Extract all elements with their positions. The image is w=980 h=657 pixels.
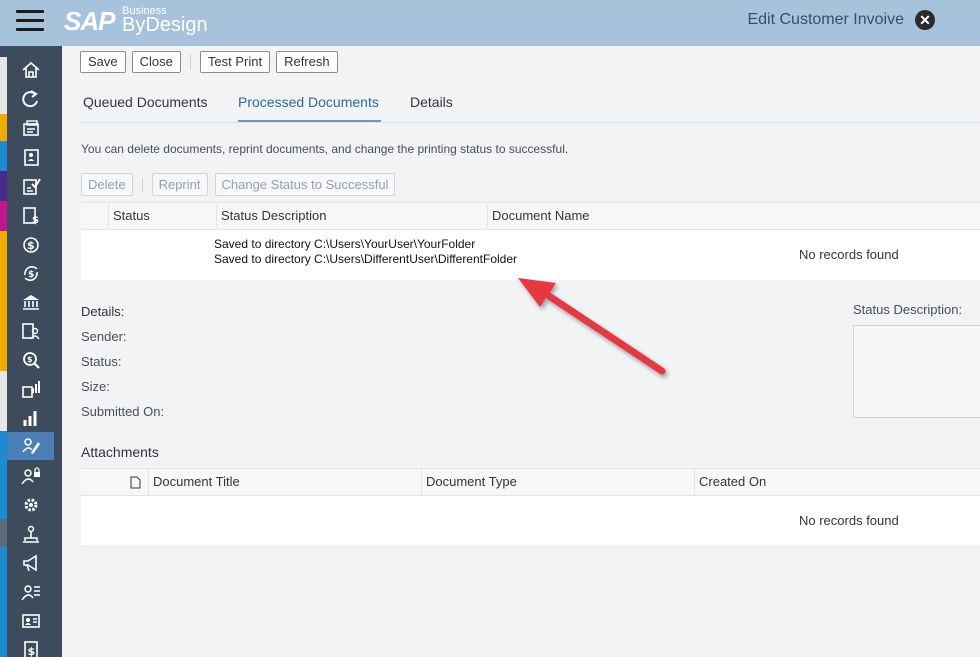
status-label: Status: xyxy=(81,354,122,369)
close-button[interactable]: Close xyxy=(131,51,181,73)
test-print-button[interactable]: Test Print xyxy=(199,51,271,73)
edit-user-icon[interactable] xyxy=(7,432,54,460)
id-card-icon[interactable] xyxy=(7,607,54,635)
delete-button[interactable]: Delete xyxy=(81,173,133,196)
table-actions: Delete Reprint Change Status to Successf… xyxy=(81,173,396,196)
submitted-on-label: Submitted On: xyxy=(81,404,165,419)
tab-bar: Queued Documents Processed Documents Det… xyxy=(80,88,980,123)
action-separator xyxy=(141,177,143,192)
tab-details[interactable]: Details xyxy=(410,94,453,110)
bar-chart-icon[interactable] xyxy=(7,404,54,432)
logo-bydesign-text: ByDesign xyxy=(122,14,208,36)
reprint-button[interactable]: Reprint xyxy=(151,173,208,196)
shell-header: SAP Business ByDesign Edit Customer Invo… xyxy=(0,0,980,46)
attachments-table: Document Title Document Type Created On … xyxy=(81,468,980,545)
saved-directory-line: Saved to directory C:\Users\DifferentUse… xyxy=(214,252,518,266)
user-lock-icon[interactable] xyxy=(7,462,54,490)
svg-text:$: $ xyxy=(28,270,34,280)
gear-settings-icon[interactable] xyxy=(7,491,54,519)
svg-text:$: $ xyxy=(27,239,35,252)
sidebar-color-strip xyxy=(0,371,7,431)
close-icon[interactable]: ✕ xyxy=(915,10,935,30)
user-list-icon[interactable] xyxy=(7,578,54,606)
status-description-field[interactable] xyxy=(853,325,980,418)
attachment-file-icon xyxy=(130,476,141,489)
refresh-icon[interactable] xyxy=(7,85,54,113)
svg-text:$: $ xyxy=(27,355,33,364)
info-text: You can delete documents, reprint docume… xyxy=(81,142,569,156)
details-heading: Details: xyxy=(81,304,125,319)
sidebar-color-strip xyxy=(0,141,7,171)
saved-directory-line: Saved to directory C:\Users\YourUser\You… xyxy=(214,237,476,251)
home-icon[interactable] xyxy=(7,56,54,84)
svg-text:$: $ xyxy=(27,645,35,657)
customer-account-icon[interactable] xyxy=(7,317,54,345)
sidebar-color-strip xyxy=(0,114,7,141)
column-document-name[interactable]: Document Name xyxy=(487,203,980,230)
page-title: Edit Customer Invoive xyxy=(747,11,904,28)
size-label: Size: xyxy=(81,379,110,394)
save-button[interactable]: Save xyxy=(80,51,126,73)
toolbar: Save Close Test Print Refresh xyxy=(80,51,338,73)
attachments-heading: Attachments xyxy=(81,444,159,460)
table-header: Document Title Document Type Created On xyxy=(81,468,980,496)
no-records-text: No records found xyxy=(799,247,899,262)
row-selector-column xyxy=(81,469,148,496)
table-body: No records found xyxy=(81,496,980,545)
megaphone-icon[interactable] xyxy=(7,549,54,577)
money-cycle-icon[interactable]: $ xyxy=(7,259,54,287)
svg-text:$: $ xyxy=(32,215,39,225)
column-status[interactable]: Status xyxy=(108,203,216,230)
sidebar-color-strip xyxy=(0,57,7,114)
invoice-icon[interactable]: $ xyxy=(7,636,54,657)
sidebar-color-strip xyxy=(0,431,7,519)
sidebar-color-strip xyxy=(0,547,7,657)
sender-label: Sender: xyxy=(81,329,127,344)
table-header: Status Status Description Document Name xyxy=(81,202,980,230)
approval-list-icon[interactable] xyxy=(7,172,54,200)
sidebar-color-strip xyxy=(0,201,7,231)
org-chart-icon[interactable] xyxy=(7,520,54,548)
logo-sap-text: SAP xyxy=(64,6,115,36)
menu-icon[interactable] xyxy=(16,10,44,34)
row-selector-column xyxy=(81,203,108,230)
refresh-button[interactable]: Refresh xyxy=(276,51,338,73)
sidebar-color-strip xyxy=(0,231,7,371)
change-status-button[interactable]: Change Status to Successful xyxy=(214,173,396,196)
money-icon[interactable]: $ xyxy=(7,230,54,258)
documents-icon[interactable] xyxy=(7,114,54,142)
payment-doc-icon[interactable]: $ xyxy=(7,201,54,229)
search-money-icon[interactable]: $ xyxy=(7,346,54,374)
tab-queued-documents[interactable]: Queued Documents xyxy=(83,94,208,110)
customer-invoice-icon[interactable] xyxy=(7,143,54,171)
tab-processed-documents[interactable]: Processed Documents xyxy=(238,94,379,110)
sidebar: $ $ $ $ $ xyxy=(0,46,62,657)
column-status-description[interactable]: Status Description xyxy=(216,203,487,230)
column-document-title[interactable]: Document Title xyxy=(148,469,421,496)
sidebar-color-strip xyxy=(0,171,7,201)
bank-icon[interactable] xyxy=(7,288,54,316)
sidebar-color-strip xyxy=(0,519,7,547)
status-description-label: Status Description: xyxy=(853,302,963,317)
active-tab-indicator xyxy=(238,120,381,122)
toolbar-separator xyxy=(189,54,191,70)
no-records-text: No records found xyxy=(799,513,899,528)
column-created-on[interactable]: Created On xyxy=(694,469,980,496)
column-document-type[interactable]: Document Type xyxy=(421,469,694,496)
report-chart-icon[interactable] xyxy=(7,375,54,403)
